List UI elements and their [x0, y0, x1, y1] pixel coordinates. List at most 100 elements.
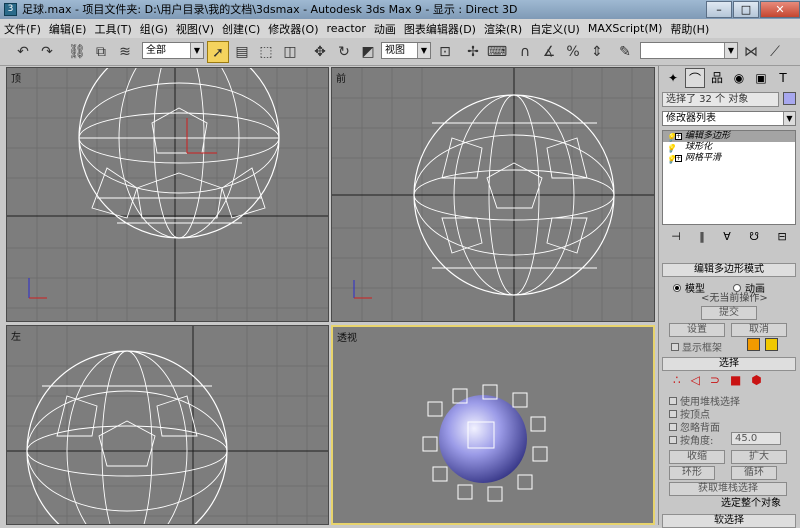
remove-modifier-icon[interactable]: ☋ [749, 230, 759, 248]
stack-item-meshsmooth[interactable]: 💡 + 网格平滑 [663, 153, 795, 164]
viewport-left[interactable]: 左 [6, 325, 329, 525]
pin-stack-icon[interactable]: ⊣ [671, 230, 681, 248]
bind-space-warp-icon[interactable]: ≋ [114, 41, 136, 63]
perspective-viewport-scene [422, 384, 548, 502]
by-angle-checkbox[interactable]: 按角度: [669, 432, 713, 447]
viewport-label: 透视 [337, 333, 357, 344]
maximize-button[interactable]: □ [733, 1, 759, 18]
viewport-label: 顶 [11, 74, 21, 85]
select-manipulate-icon[interactable]: ✢ [462, 41, 484, 63]
menu-rendering[interactable]: 渲染(R) [484, 21, 522, 37]
configure-sets-icon[interactable]: ⊟ [778, 230, 787, 248]
snap-3d-icon[interactable]: ∩ [514, 41, 536, 63]
viewport-perspective[interactable]: 透视 [331, 325, 655, 525]
keyboard-shortcut-icon[interactable]: ⌨ [486, 41, 508, 63]
selection-status: 选定整个对象 [721, 498, 781, 509]
cancel-button[interactable]: 取消 [731, 323, 787, 337]
stack-item-spherify[interactable]: 💡 球形化 [663, 142, 795, 153]
cage-selected-color-swatch[interactable] [765, 338, 778, 351]
main-toolbar: ↶ ↷ ⛓ ⧉ ≋ 全部 ▼ ➚ ▤ ⬚ ◫ ✥ ↻ ◩ 视图 ▼ ⊡ ✢ ⌨ ∩ … [0, 38, 800, 66]
ring-button[interactable]: 环形 [669, 466, 715, 480]
3ds-max-icon[interactable]: 3 [4, 3, 17, 16]
viewport-top[interactable]: 顶 [6, 67, 329, 322]
menu-animation[interactable]: 动画 [374, 21, 396, 37]
menu-file[interactable]: 文件(F) [4, 21, 41, 37]
utilities-tab-icon[interactable]: T [773, 68, 793, 88]
grow-button[interactable]: 扩大 [731, 450, 787, 464]
viewport-front[interactable]: 前 [331, 67, 655, 322]
get-stack-selection-button[interactable]: 获取堆栈选择 [669, 482, 787, 496]
soft-selection-rollout[interactable]: 软选择 [662, 514, 796, 528]
scale-icon[interactable]: ◩ [357, 41, 379, 63]
menu-graph-editors[interactable]: 图表编辑器(D) [404, 21, 476, 37]
menu-group[interactable]: 组(G) [140, 21, 168, 37]
minimize-button[interactable]: – [706, 1, 732, 18]
subobject-level-icons: ∴ ◁ ⊃ ■ ⬢ [673, 373, 762, 387]
menu-bar: 文件(F) 编辑(E) 工具(T) 组(G) 视图(V) 创建(C) 修改器(O… [0, 19, 800, 38]
top-viewport-wireframe [7, 68, 328, 321]
commit-button[interactable]: 提交 [701, 306, 757, 320]
shrink-button[interactable]: 收缩 [669, 450, 725, 464]
front-viewport-wireframe [332, 68, 654, 321]
stack-item-edit-poly[interactable]: 💡 + 编辑多边形 [663, 131, 795, 142]
mirror-icon[interactable]: ⋈ [740, 41, 762, 63]
select-by-name-icon[interactable]: ▤ [231, 41, 253, 63]
link-icon[interactable]: ⛓ [66, 41, 88, 63]
settings-button[interactable]: 设置 [669, 323, 725, 337]
menu-tools[interactable]: 工具(T) [94, 21, 131, 37]
spinner-snap-icon[interactable]: ⇕ [586, 41, 608, 63]
show-end-result-icon[interactable]: ‖ [699, 230, 705, 248]
align-icon[interactable]: ⟋ [764, 41, 786, 63]
show-cage-checkbox[interactable]: 显示框架 [671, 339, 722, 354]
redo-icon[interactable]: ↷ [36, 41, 58, 63]
menu-help[interactable]: 帮助(H) [670, 21, 709, 37]
object-color-swatch[interactable] [783, 92, 796, 105]
rotate-icon[interactable]: ↻ [333, 41, 355, 63]
angle-snap-icon[interactable]: ∡ [538, 41, 560, 63]
left-viewport-wireframe [7, 326, 328, 524]
cage-color-swatch[interactable] [747, 338, 760, 351]
title-bar: 3 足球.max - 项目文件夹: D:\用户目录\我的文档\3dsmax - … [0, 0, 800, 19]
angle-spinner[interactable]: 45.0 [731, 432, 781, 445]
display-tab-icon[interactable]: ▣ [751, 68, 771, 88]
border-level-icon[interactable]: ⊃ [710, 373, 720, 387]
object-name-field[interactable]: 选择了 32 个 对象 [662, 92, 779, 107]
unlink-icon[interactable]: ⧉ [90, 41, 112, 63]
vertex-level-icon[interactable]: ∴ [673, 373, 681, 387]
selection-filter-dropdown[interactable]: 全部 ▼ [142, 42, 204, 59]
modifier-list-dropdown[interactable]: 修改器列表 ▼ [662, 111, 796, 126]
element-level-icon[interactable]: ⬢ [751, 373, 761, 387]
viewport-label: 左 [11, 332, 21, 343]
undo-icon[interactable]: ↶ [12, 41, 34, 63]
menu-customize[interactable]: 自定义(U) [530, 21, 580, 37]
menu-maxscript[interactable]: MAXScript(M) [588, 22, 663, 35]
move-icon[interactable]: ✥ [309, 41, 331, 63]
menu-edit[interactable]: 编辑(E) [49, 21, 87, 37]
close-button[interactable]: ✕ [760, 1, 800, 18]
modify-tab-icon[interactable]: ⌒ [685, 68, 705, 88]
selection-rollout[interactable]: 选择 [662, 357, 796, 371]
named-selection-dropdown[interactable]: ▼ [640, 42, 738, 59]
menu-views[interactable]: 视图(V) [176, 21, 214, 37]
reference-coord-dropdown[interactable]: 视图 ▼ [381, 42, 431, 59]
polygon-level-icon[interactable]: ■ [730, 373, 741, 387]
current-operation-label: <无当前操作> [701, 293, 768, 304]
pivot-center-icon[interactable]: ⊡ [434, 41, 456, 63]
hierarchy-tab-icon[interactable]: 品 [707, 68, 727, 88]
edge-level-icon[interactable]: ◁ [691, 373, 700, 387]
menu-create[interactable]: 创建(C) [222, 21, 260, 37]
named-selection-icon[interactable]: ✎ [614, 41, 636, 63]
edit-poly-mode-rollout[interactable]: 编辑多边形模式 [662, 263, 796, 277]
percent-snap-icon[interactable]: % [562, 41, 584, 63]
loop-button[interactable]: 循环 [731, 466, 777, 480]
create-tab-icon[interactable]: ✦ [663, 68, 683, 88]
viewport-label: 前 [336, 74, 346, 85]
select-object-icon[interactable]: ➚ [207, 41, 229, 63]
make-unique-icon[interactable]: ∀ [723, 230, 731, 248]
menu-modifiers[interactable]: 修改器(O) [268, 21, 318, 37]
rectangular-selection-icon[interactable]: ⬚ [255, 41, 277, 63]
menu-reactor[interactable]: reactor [327, 22, 366, 35]
motion-tab-icon[interactable]: ◉ [729, 68, 749, 88]
stack-buttons: ⊣ ‖ ∀ ☋ ⊟ [662, 230, 796, 248]
window-crossing-icon[interactable]: ◫ [279, 41, 301, 63]
